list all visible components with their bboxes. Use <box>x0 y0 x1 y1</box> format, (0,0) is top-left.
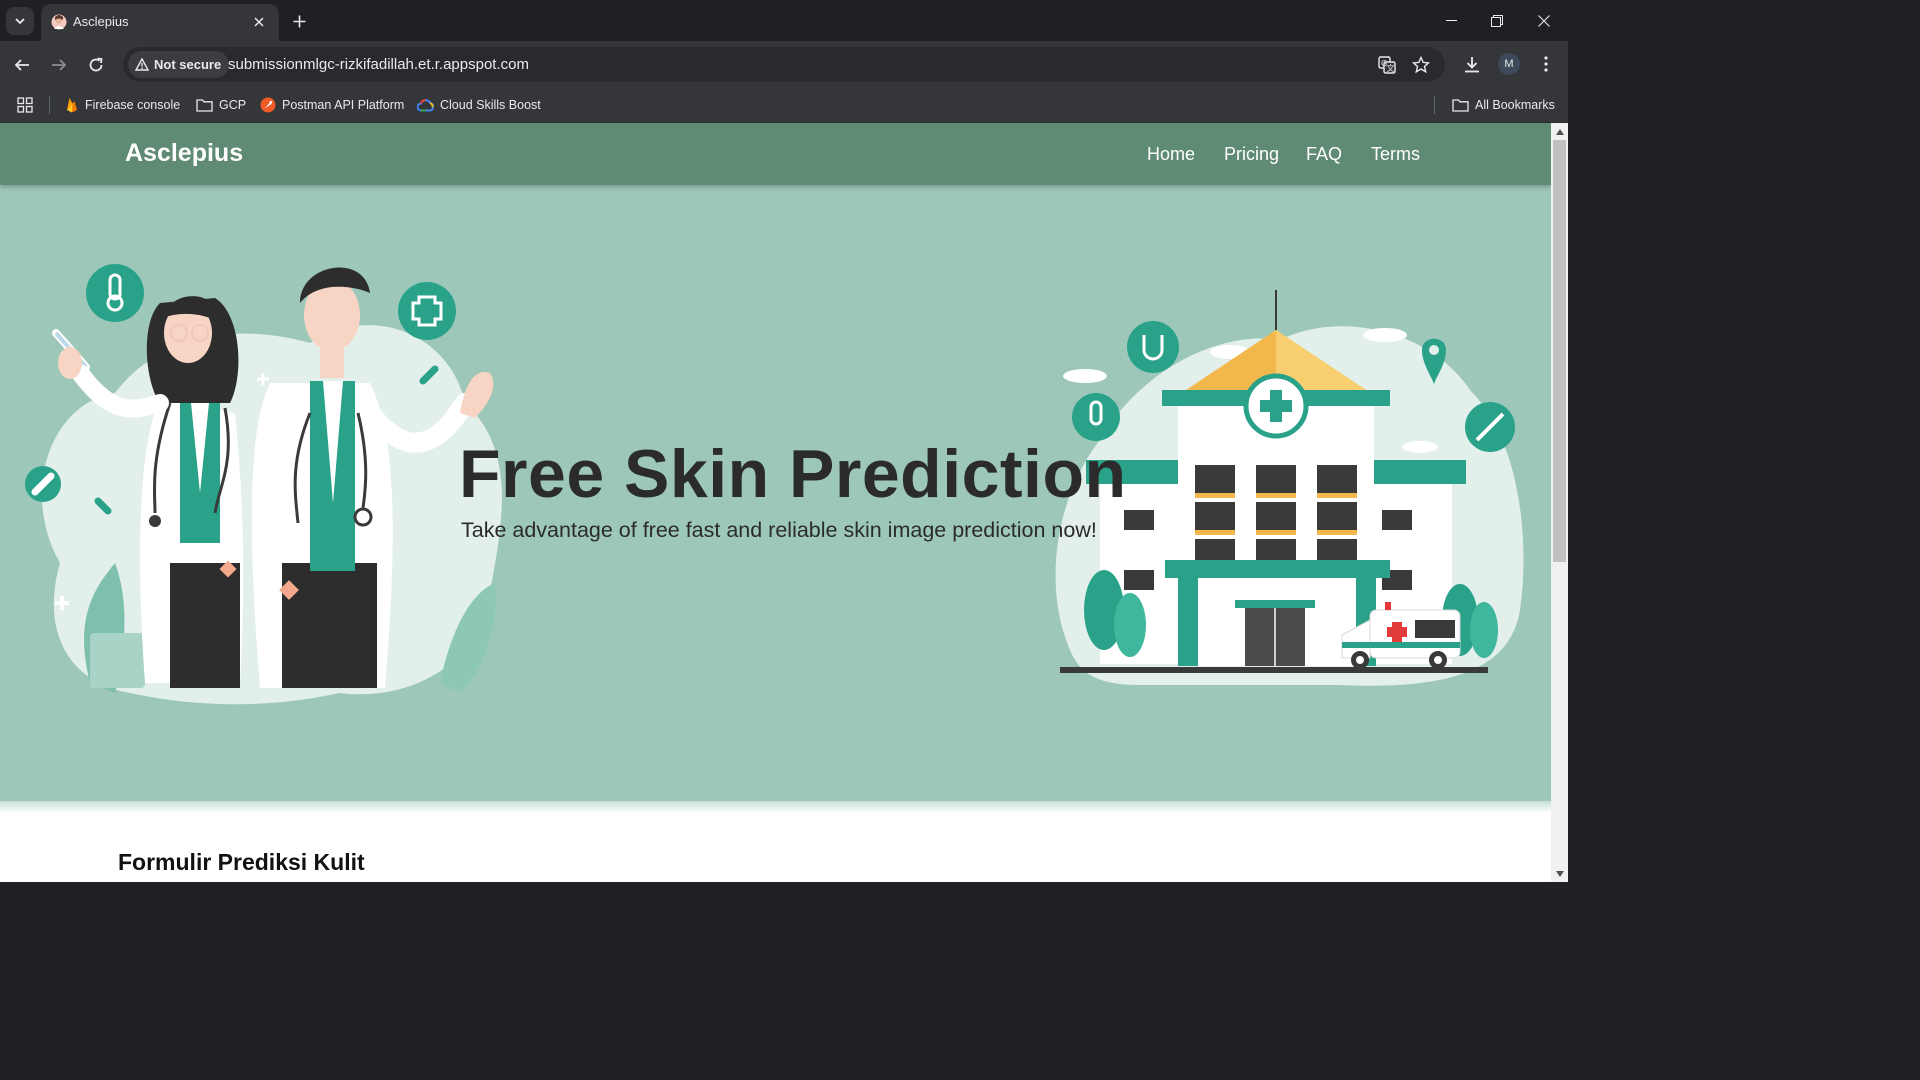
arrow-right-icon <box>52 59 67 71</box>
page-scrollbar[interactable] <box>1551 123 1568 882</box>
profile-avatar[interactable]: M <box>1498 53 1520 75</box>
hero-section: Free Skin Prediction Take advantage of f… <box>0 185 1551 807</box>
tab-title: Asclepius <box>73 14 129 29</box>
active-tab[interactable]: Asclepius <box>41 4 279 41</box>
all-bookmarks-button[interactable]: All Bookmarks <box>1452 95 1555 115</box>
tab-close-button[interactable] <box>249 12 269 32</box>
postman-icon <box>260 97 276 113</box>
chevron-down-icon <box>15 18 25 25</box>
google-cloud-icon <box>417 99 434 112</box>
nav-faq[interactable]: FAQ <box>1306 144 1342 165</box>
restore-icon <box>1491 14 1503 27</box>
arrow-left-icon <box>14 59 29 71</box>
nav-terms[interactable]: Terms <box>1371 144 1420 165</box>
translate-button[interactable]: G文 <box>1376 54 1398 76</box>
doctor-favicon-icon <box>51 14 67 30</box>
reload-icon <box>89 57 103 72</box>
bookmarks-divider <box>49 96 50 114</box>
security-chip[interactable]: Not secure <box>128 51 230 78</box>
address-bar[interactable]: Not secure submissionmlgc-rizkifadillah.… <box>123 47 1445 82</box>
menu-button[interactable] <box>1534 52 1558 76</box>
svg-text:文: 文 <box>1387 63 1395 73</box>
scroll-up-arrow[interactable] <box>1551 123 1568 140</box>
security-label: Not secure <box>154 57 222 72</box>
more-vertical-icon <box>1544 56 1548 72</box>
bookmark-label: GCP <box>219 98 247 112</box>
bookmark-star-button[interactable] <box>1410 54 1432 76</box>
hero-subtitle: Take advantage of free fast and reliable… <box>461 518 1097 542</box>
triangle-up-icon <box>1555 128 1564 135</box>
scroll-down-arrow[interactable] <box>1551 865 1568 882</box>
reload-button[interactable] <box>82 51 110 79</box>
scrollbar-thumb[interactable] <box>1553 140 1566 562</box>
bookmark-label: Firebase console <box>85 98 181 112</box>
doctors-illustration <box>25 264 502 705</box>
close-icon <box>1538 14 1550 27</box>
nav-home[interactable]: Home <box>1147 144 1195 165</box>
close-window-button[interactable] <box>1521 0 1567 41</box>
downloads-button[interactable] <box>1460 52 1484 76</box>
tab-strip: Asclepius <box>0 0 1568 41</box>
back-button[interactable] <box>8 51 36 79</box>
bookmark-postman[interactable]: Postman API Platform <box>260 95 404 115</box>
minimize-icon <box>1445 20 1457 21</box>
all-bookmarks-label: All Bookmarks <box>1475 98 1555 112</box>
plus-icon <box>293 15 305 27</box>
nav-pricing[interactable]: Pricing <box>1224 144 1279 165</box>
bookmark-label: Postman API Platform <box>282 98 405 112</box>
forward-button[interactable] <box>45 51 73 79</box>
bookmark-cloud-skills-boost[interactable]: Cloud Skills Boost <box>417 95 541 115</box>
bookmarks-divider <box>1434 96 1435 114</box>
tab-search-button[interactable] <box>6 7 34 35</box>
translate-icon: G文 <box>1378 56 1396 74</box>
firebase-icon <box>67 98 77 113</box>
minimize-button[interactable] <box>1428 0 1474 41</box>
restore-button[interactable] <box>1474 0 1520 41</box>
download-icon <box>1465 56 1479 72</box>
bookmark-firebase[interactable]: Firebase console <box>65 95 180 115</box>
star-icon <box>1412 56 1430 74</box>
triangle-down-icon <box>1555 870 1564 877</box>
close-icon <box>254 17 264 27</box>
bookmark-label: Cloud Skills Boost <box>440 98 541 112</box>
folder-icon <box>196 99 213 112</box>
browser-toolbar: Not secure submissionmlgc-rizkifadillah.… <box>0 41 1568 88</box>
new-tab-button[interactable] <box>287 9 311 33</box>
apps-grid-icon <box>17 97 33 113</box>
hero-title: Free Skin Prediction <box>459 436 1127 512</box>
prediction-form-title: Formulir Prediksi Kulit <box>118 849 365 875</box>
warning-icon <box>135 58 149 71</box>
bookmark-gcp[interactable]: GCP <box>196 95 246 115</box>
bookmarks-bar: Firebase console GCP Postman API Platfor… <box>0 88 1568 123</box>
hero-bottom-shadow <box>0 801 1551 813</box>
site-navbar: Asclepius Home Pricing FAQ Terms <box>0 123 1551 185</box>
brand-logo[interactable]: Asclepius <box>125 139 243 168</box>
folder-icon <box>1452 99 1469 112</box>
page-viewport: Asclepius Home Pricing FAQ Terms Free Sk… <box>0 123 1551 882</box>
apps-button[interactable] <box>17 95 33 115</box>
url-text[interactable]: submissionmlgc-rizkifadillah.et.r.appspo… <box>228 56 529 73</box>
